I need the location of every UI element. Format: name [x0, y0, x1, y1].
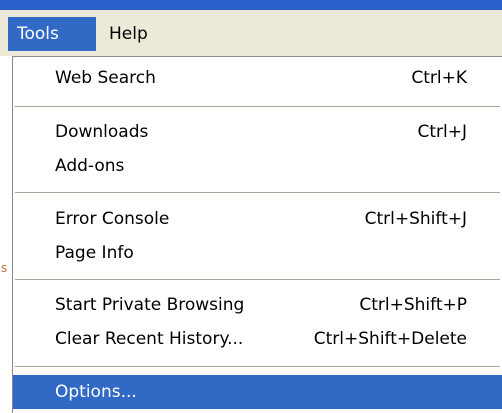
menu-item-shortcut: Ctrl+Shift+J: [364, 209, 467, 229]
menu-separator: [15, 106, 500, 108]
menu-item-shortcut: Ctrl+Shift+Delete: [313, 329, 467, 349]
menu-item-label: Error Console: [55, 209, 170, 229]
menu-item-start-private-browsing[interactable]: Start Private Browsing Ctrl+Shift+P: [13, 288, 502, 322]
menu-item-shortcut: Ctrl+K: [411, 68, 467, 88]
menu-item-error-console[interactable]: Error Console Ctrl+Shift+J: [13, 202, 502, 236]
menu-item-options[interactable]: Options...: [13, 375, 502, 409]
menu-item-label: Page Info: [55, 243, 134, 263]
menu-item-label: Start Private Browsing: [55, 295, 245, 315]
menu-item-shortcut: Ctrl+Shift+P: [359, 295, 467, 315]
menu-item-label: Options...: [55, 382, 137, 402]
menu-item-clear-recent-history[interactable]: Clear Recent History... Ctrl+Shift+Delet…: [13, 322, 502, 356]
menu-item-add-ons[interactable]: Add-ons: [13, 149, 502, 183]
menu-separator: [15, 279, 500, 281]
menu-separator: [15, 366, 500, 368]
menu-separator: [15, 192, 500, 194]
menu-bar: Tools Help: [0, 10, 502, 56]
background-page-edge: s: [0, 56, 12, 413]
menu-item-shortcut: Ctrl+J: [417, 122, 467, 142]
menu-item-label: Add-ons: [55, 156, 125, 176]
tools-menu: Web Search Ctrl+K Downloads Ctrl+J Add-o…: [12, 56, 502, 413]
window-title-strip: [0, 0, 502, 10]
menu-item-label: Downloads: [55, 122, 149, 142]
menu-item-label: Clear Recent History...: [55, 329, 244, 349]
menu-item-page-info[interactable]: Page Info: [13, 236, 502, 270]
menu-item-web-search[interactable]: Web Search Ctrl+K: [13, 61, 502, 95]
menu-item-label: Web Search: [55, 68, 156, 88]
menubar-tools[interactable]: Tools: [8, 17, 96, 51]
menu-item-downloads[interactable]: Downloads Ctrl+J: [13, 115, 502, 149]
menubar-help[interactable]: Help: [100, 17, 170, 51]
background-text-fragment: s: [1, 261, 8, 275]
